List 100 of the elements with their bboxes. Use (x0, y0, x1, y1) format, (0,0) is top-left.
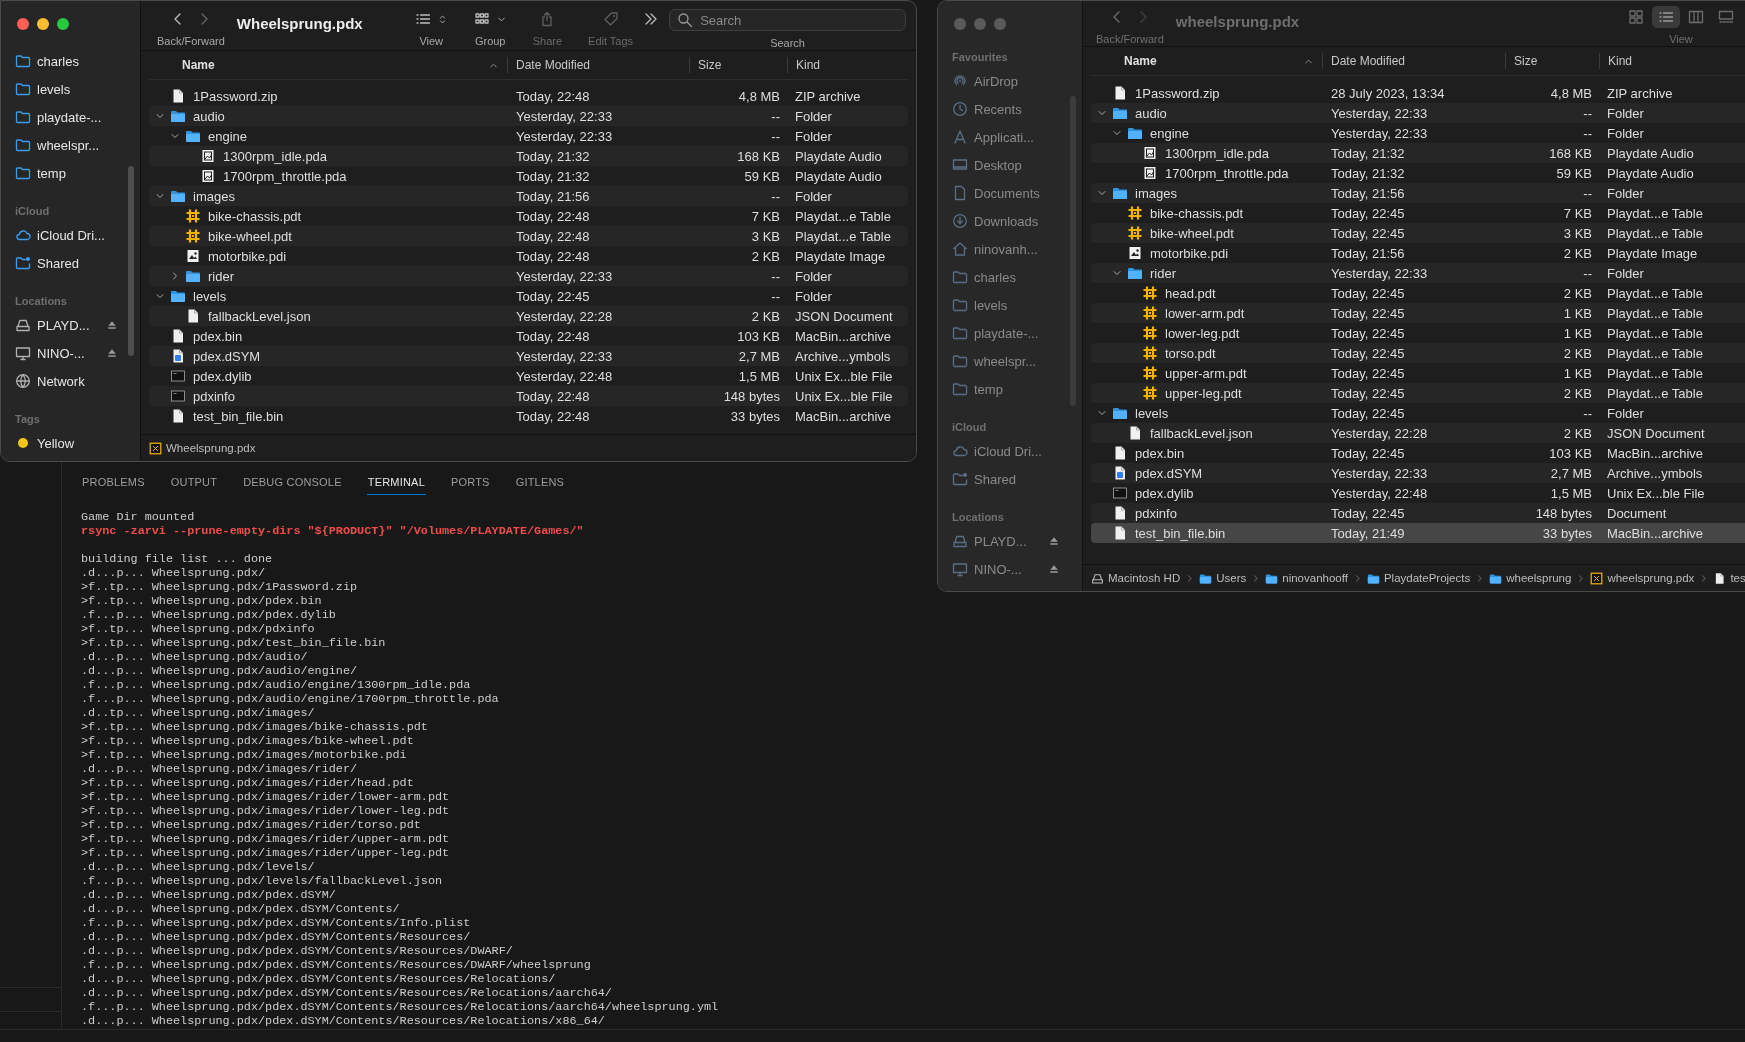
file-row[interactable]: bike-chassis.pdt Today, 22:48 7 KB Playdat...e Table (149, 206, 908, 226)
file-row[interactable]: pdex.bin Today, 22:45 103 KB MacBin...archive (1091, 443, 1745, 463)
path-item[interactable]: ninovanhooff (1265, 571, 1348, 585)
file-row[interactable]: images Today, 21:56 -- Folder (1091, 183, 1745, 203)
file-row[interactable]: 1Password.zip 28 July 2023, 13:34 4,8 MB ZIP archive (1091, 83, 1745, 103)
file-row[interactable]: audio Yesterday, 22:33 -- Folder (149, 106, 908, 126)
file-row[interactable]: levels Today, 22:45 -- Folder (1091, 403, 1745, 423)
file-row[interactable]: lower-arm.pdt Today, 22:45 1 KB Playdat...e Table (1091, 303, 1745, 323)
file-row[interactable]: pdex.dylib Yesterday, 22:48 1,5 MB Unix Ex...ble File (1091, 483, 1745, 503)
sidebar-item[interactable]: Documents (938, 179, 1082, 207)
sidebar-item[interactable]: ninovanh... (938, 235, 1082, 263)
panel-tab[interactable]: PROBLEMS (81, 472, 146, 495)
list-button[interactable] (1652, 6, 1680, 28)
file-row[interactable]: bike-wheel.pdt Today, 22:45 3 KB Playdat...e Table (1091, 223, 1745, 243)
eject-icon[interactable] (106, 319, 118, 331)
file-row[interactable]: 1Password.zip Today, 22:48 4,8 MB ZIP archive (149, 86, 908, 106)
file-row[interactable]: pdxinfo Today, 22:48 148 bytes Unix Ex...ble File (149, 386, 908, 406)
sidebar-item[interactable]: PLAYD... (938, 527, 1082, 555)
path-item[interactable]: Wheelsprung.pdx (149, 441, 256, 455)
sidebar-item[interactable]: Shared (1, 249, 140, 277)
minimize-button[interactable] (37, 18, 49, 30)
file-row[interactable]: audio Yesterday, 22:33 -- Folder (1091, 103, 1745, 123)
sidebar-item[interactable]: iCloud Dri... (938, 437, 1082, 465)
file-row[interactable]: pdex.dSYM Yesterday, 22:33 2,7 MB Archive...ymbols (1091, 463, 1745, 483)
file-row[interactable]: motorbike.pdi Today, 22:48 2 KB Playdate Image (149, 246, 908, 266)
file-row[interactable]: bike-wheel.pdt Today, 22:48 3 KB Playdat...e Table (149, 226, 908, 246)
column-header[interactable]: Date Modified (1322, 53, 1505, 69)
sidebar-item[interactable]: charles (938, 263, 1082, 291)
file-row[interactable]: pdex.dylib Yesterday, 22:48 1,5 MB Unix Ex...ble File (149, 366, 908, 386)
file-row[interactable]: levels Today, 22:45 -- Folder (149, 286, 908, 306)
sidebar-item[interactable]: iCloud Dri... (1, 221, 140, 249)
path-item[interactable]: tes (1713, 571, 1745, 585)
sidebar-item[interactable]: Network (1, 367, 140, 395)
file-row[interactable]: fallbackLevel.json Yesterday, 22:28 2 KB JSON Document (1091, 423, 1745, 443)
file-row[interactable]: 1700rpm_throttle.pda Today, 21:32 59 KB Playdate Audio (149, 166, 908, 186)
file-row[interactable]: engine Yesterday, 22:33 -- Folder (149, 126, 908, 146)
sidebar-item[interactable]: Applicati... (938, 123, 1082, 151)
sidebar-item[interactable]: PLAYD... (1, 311, 140, 339)
path-item[interactable]: PlaydateProjects (1366, 571, 1471, 585)
file-row[interactable]: test_bin_file.bin Today, 21:49 33 bytes MacBin...archive (1091, 523, 1745, 543)
sidebar-item[interactable]: wheelspr... (938, 347, 1082, 375)
scrollbar[interactable] (128, 166, 134, 356)
close-button[interactable] (954, 18, 966, 30)
sidebar-item[interactable]: Downloads (938, 207, 1082, 235)
column-header[interactable]: Name (1091, 53, 1322, 69)
file-row[interactable]: motorbike.pdi Today, 21:56 2 KB Playdate Image (1091, 243, 1745, 263)
eject-icon[interactable] (1048, 563, 1060, 575)
path-item[interactable]: wheelsprung.pdx (1590, 571, 1695, 585)
panel-tab[interactable]: PORTS (449, 472, 491, 495)
file-row[interactable]: test_bin_file.bin Today, 22:48 33 bytes MacBin...archive (149, 406, 908, 426)
sidebar-item[interactable]: levels (1, 75, 140, 103)
panel-tab[interactable]: TERMINAL (366, 472, 426, 495)
file-row[interactable]: engine Yesterday, 22:33 -- Folder (1091, 123, 1745, 143)
file-row[interactable]: lower-leg.pdt Today, 22:45 1 KB Playdat...e Table (1091, 323, 1745, 343)
sidebar-item[interactable]: levels (938, 291, 1082, 319)
search-field[interactable]: Search (669, 9, 906, 31)
column-header[interactable]: Size (1505, 53, 1599, 69)
panel-tab[interactable]: GITLENS (514, 472, 566, 495)
sidebar-item[interactable]: playdate-... (938, 319, 1082, 347)
file-row[interactable]: images Today, 21:56 -- Folder (149, 186, 908, 206)
file-row[interactable]: 1700rpm_throttle.pda Today, 21:32 59 KB Playdate Audio (1091, 163, 1745, 183)
list-icon[interactable] (414, 11, 431, 27)
file-row[interactable]: upper-arm.pdt Today, 22:45 1 KB Playdat...e Table (1091, 363, 1745, 383)
path-item[interactable]: wheelsprung (1489, 571, 1572, 585)
column-header[interactable]: Date Modified (507, 57, 689, 73)
sidebar-item[interactable]: playdate-... (1, 103, 140, 131)
file-row[interactable]: torso.pdt Today, 22:45 2 KB Playdat...e Table (1091, 343, 1745, 363)
file-row[interactable]: 1300rpm_idle.pda Today, 21:32 168 KB Playdate Audio (1091, 143, 1745, 163)
file-row[interactable]: pdex.dSYM Yesterday, 22:33 2,7 MB Archive...ymbols (149, 346, 908, 366)
sidebar-item[interactable]: Yellow (1, 429, 140, 457)
sidebar-item[interactable]: NINO-... (938, 555, 1082, 583)
file-row[interactable]: rider Yesterday, 22:33 -- Folder (149, 266, 908, 286)
grid-icon[interactable] (473, 11, 490, 27)
eject-icon[interactable] (1048, 535, 1060, 547)
panel-tab[interactable]: OUTPUT (169, 472, 219, 495)
panel-tab[interactable]: DEBUG CONSOLE (242, 472, 343, 495)
zoom-button[interactable] (57, 18, 69, 30)
sidebar-item[interactable]: temp (1, 159, 140, 187)
sidebar-item[interactable]: charles (1, 47, 140, 75)
sidebar-item[interactable]: NINO-... (1, 339, 140, 367)
column-header[interactable]: Kind (1599, 53, 1729, 69)
file-row[interactable]: pdxinfo Today, 22:45 148 bytes Document (1091, 503, 1745, 523)
file-row[interactable]: fallbackLevel.json Yesterday, 22:28 2 KB JSON Document (149, 306, 908, 326)
path-item[interactable]: Users (1199, 571, 1247, 585)
file-row[interactable]: rider Yesterday, 22:33 -- Folder (1091, 263, 1745, 283)
sidebar-item[interactable]: AirDrop (938, 67, 1082, 95)
sidebar-item[interactable]: Shared (938, 465, 1082, 493)
sidebar-item[interactable]: wheelspr... (1, 131, 140, 159)
column-header[interactable]: Kind (787, 57, 908, 73)
file-row[interactable]: upper-leg.pdt Today, 22:45 2 KB Playdat...e Table (1091, 383, 1745, 403)
sidebar-item[interactable]: Desktop (938, 151, 1082, 179)
sidebar-item[interactable]: temp (938, 375, 1082, 403)
column-header[interactable]: Size (689, 57, 787, 73)
column-header[interactable]: Name (149, 57, 507, 73)
file-row[interactable]: head.pdt Today, 22:45 2 KB Playdat...e Table (1091, 283, 1745, 303)
file-row[interactable]: 1300rpm_idle.pda Today, 21:32 168 KB Playdate Audio (149, 146, 908, 166)
eject-icon[interactable] (106, 347, 118, 359)
path-item[interactable]: Macintosh HD (1091, 571, 1181, 585)
file-row[interactable]: pdex.bin Today, 22:48 103 KB MacBin...archive (149, 326, 908, 346)
sidebar-item[interactable]: Recents (938, 95, 1082, 123)
